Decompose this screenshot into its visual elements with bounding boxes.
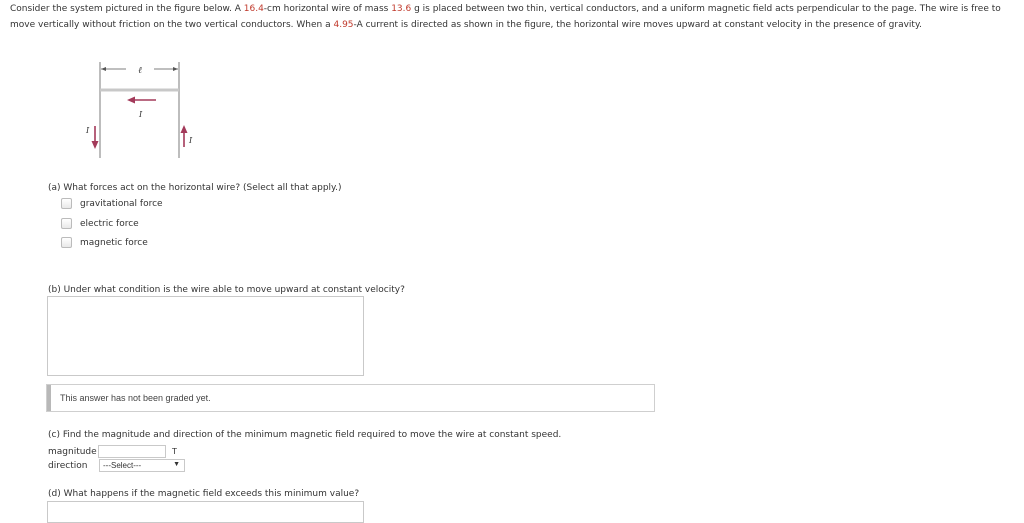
direction-select-value: ---Select--- — [103, 461, 142, 470]
left-current-arrowhead — [91, 141, 99, 149]
option-gravitational-force[interactable]: gravitational force — [61, 198, 163, 209]
part-b-answer-textarea[interactable] — [47, 296, 364, 376]
magnetic-force-checkbox[interactable] — [61, 237, 72, 248]
left-current-label: I — [85, 126, 90, 135]
length-arrowhead-right — [173, 67, 178, 71]
wire-current-label: I — [138, 110, 143, 119]
right-current-label: I — [188, 136, 193, 145]
option-label: gravitational force — [80, 198, 163, 209]
wire-mass-value: 13.6 — [391, 4, 412, 14]
grading-status-box: This answer has not been graded yet. — [46, 384, 655, 412]
part-c-question: (c) Find the magnitude and direction of … — [48, 430, 562, 440]
magnitude-unit: T — [172, 447, 177, 456]
intro-text-1: Consider the system pictured in the figu… — [10, 4, 244, 14]
direction-select[interactable]: ---Select--- ▼ — [99, 459, 185, 472]
intro-text-4: -A current is directed as shown in the f… — [353, 20, 922, 30]
magnitude-label: magnitude — [48, 447, 97, 457]
intro-text-2: -cm horizontal wire of mass — [263, 4, 392, 14]
length-arrowhead-left — [101, 67, 106, 71]
grading-status-text: This answer has not been graded yet. — [60, 393, 211, 403]
part-b-question: (b) Under what condition is the wire abl… — [48, 285, 405, 295]
conductor-figure: ℓ I I I — [85, 62, 193, 158]
problem-statement: Consider the system pictured in the figu… — [10, 1, 1018, 33]
length-label: ℓ — [138, 66, 142, 76]
right-current-arrowhead — [180, 125, 188, 133]
electric-force-checkbox[interactable] — [61, 218, 72, 229]
grading-status-bar — [47, 385, 51, 411]
current-value: 4.95 — [333, 20, 354, 30]
wire-current-arrowhead — [127, 96, 135, 104]
part-d-answer-textarea[interactable] — [47, 501, 364, 523]
option-label: magnetic force — [80, 237, 148, 248]
part-d-question: (d) What happens if the magnetic field e… — [48, 489, 360, 499]
direction-label: direction — [48, 461, 88, 471]
magnitude-input[interactable] — [98, 445, 166, 458]
wire-length-value: 16.4 — [243, 4, 264, 14]
gravitational-force-checkbox[interactable] — [61, 198, 72, 209]
option-magnetic-force[interactable]: magnetic force — [61, 237, 148, 248]
part-a-question: (a) What forces act on the horizontal wi… — [48, 183, 342, 193]
option-label: electric force — [80, 218, 139, 229]
option-electric-force[interactable]: electric force — [61, 218, 139, 229]
chevron-down-icon: ▼ — [173, 461, 180, 468]
